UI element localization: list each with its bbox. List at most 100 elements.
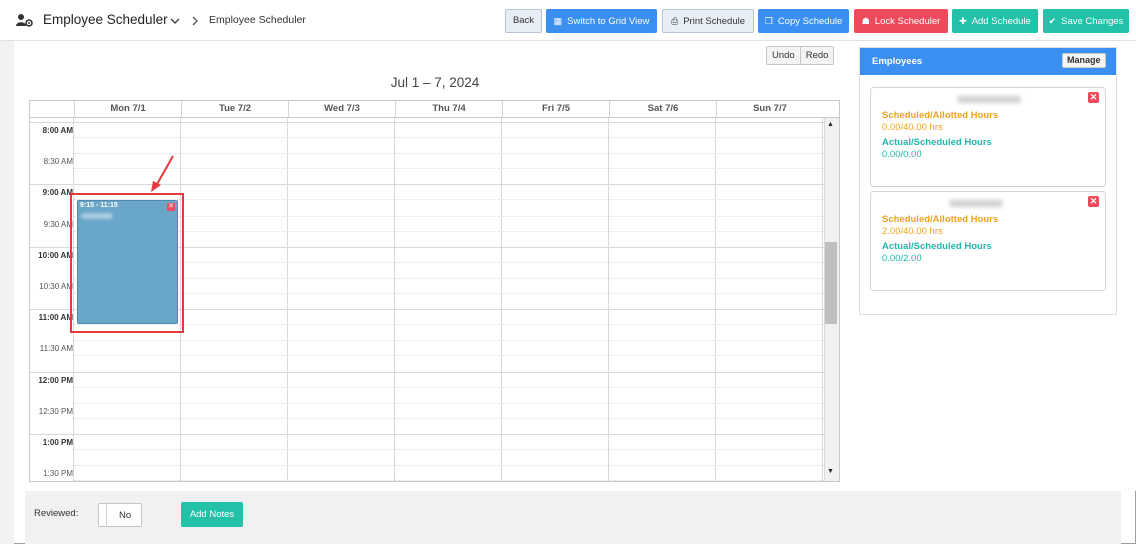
chevron-right-icon — [192, 16, 198, 26]
annotation-highlight-box — [70, 193, 184, 333]
time-slot-line — [30, 122, 824, 123]
add-schedule-label: Add Schedule — [971, 16, 1031, 27]
time-slot-line — [74, 230, 824, 232]
add-schedule-button[interactable]: ✚ Add Schedule — [952, 9, 1038, 33]
grid-icon: ▦ — [553, 16, 563, 26]
actual-scheduled-label: Actual/Scheduled Hours — [882, 137, 992, 148]
day-column-divider — [608, 118, 609, 481]
time-label: 11:30 AM — [39, 344, 73, 354]
time-label: 10:00 AM — [38, 250, 73, 260]
employees-title: Employees — [872, 56, 923, 67]
manage-button[interactable]: Manage — [1062, 53, 1106, 68]
employee-card[interactable]: ✕ Scheduled/Allotted Hours 2.00/40.00 hr… — [870, 191, 1106, 291]
time-label: 12:30 PM — [38, 406, 73, 416]
time-label: 1:30 PM — [43, 469, 73, 479]
time-slot-line — [74, 324, 824, 326]
day-column-divider — [394, 118, 395, 481]
employees-panel-header: Employees Manage — [860, 48, 1116, 75]
remove-employee-icon[interactable]: ✕ — [1088, 196, 1099, 207]
day-header: Mon 7/1 — [74, 101, 181, 118]
scroll-down-icon[interactable]: ▼ — [827, 468, 834, 475]
time-slot-line — [74, 293, 824, 294]
time-slot-line — [74, 278, 824, 279]
scheduled-allotted-label: Scheduled/Allotted Hours — [882, 214, 999, 225]
reviewed-value: No — [119, 510, 132, 521]
day-column-divider — [822, 118, 823, 481]
day-column-divider — [501, 118, 502, 481]
time-slot-line — [74, 417, 824, 419]
time-label: 8:30 AM — [43, 157, 73, 167]
time-label: 1:00 PM — [42, 438, 73, 447]
scheduled-allotted-value: 0.00/40.00 hrs — [882, 122, 943, 133]
time-slot-line — [74, 215, 824, 217]
day-header: Tue 7/2 — [181, 101, 288, 118]
time-label: 9:30 AM — [43, 219, 73, 229]
back-button[interactable]: Back — [505, 9, 542, 33]
actual-scheduled-value: 0.00/0.00 — [882, 149, 922, 160]
copy-schedule-button[interactable]: ❐ Copy Schedule — [758, 9, 849, 33]
save-changes-label: Save Changes — [1061, 16, 1124, 27]
time-slot-line — [74, 386, 824, 388]
time-slot-line — [74, 137, 824, 138]
breadcrumb[interactable]: Employee Scheduler — [209, 14, 306, 26]
time-slot-line — [74, 355, 824, 357]
annotation-arrow-icon — [151, 155, 174, 192]
remove-employee-icon[interactable]: ✕ — [1088, 92, 1099, 103]
printer-icon: ⎙ — [671, 16, 679, 26]
employees-panel: Employees Manage ✕ Scheduled/Allotted Ho… — [859, 47, 1117, 315]
lock-scheduler-button[interactable]: ☗ Lock Scheduler — [854, 9, 948, 33]
check-icon: ✔ — [1048, 16, 1057, 26]
day-header: Wed 7/3 — [288, 101, 395, 118]
scheduled-allotted-value: 2.00/40.00 hrs — [882, 226, 943, 237]
time-slot-line — [74, 449, 824, 450]
copy-icon: ❐ — [764, 16, 773, 26]
copy-schedule-label: Copy Schedule — [777, 16, 843, 27]
reviewed-toggle[interactable]: No — [98, 503, 142, 527]
left-gutter — [0, 41, 14, 544]
actual-scheduled-label: Actual/Scheduled Hours — [882, 241, 992, 252]
time-slot-line — [30, 371, 824, 373]
switch-grid-view-button[interactable]: ▦ Switch to Grid View — [546, 9, 657, 33]
time-label: 12:00 PM — [38, 375, 73, 385]
print-schedule-label: Print Schedule — [683, 16, 745, 27]
chevron-down-icon[interactable] — [170, 16, 180, 26]
scheduled-allotted-label: Scheduled/Allotted Hours — [882, 110, 999, 121]
time-slot-line — [74, 402, 824, 404]
undo-button[interactable]: Undo — [767, 47, 800, 64]
day-header: Sun 7/7 — [716, 101, 823, 118]
add-notes-button[interactable]: Add Notes — [181, 502, 243, 527]
lock-scheduler-label: Lock Scheduler — [874, 16, 941, 27]
employee-name-redacted — [957, 96, 1021, 103]
calendar-header: Mon 7/1 Tue 7/2 Wed 7/3 Thu 7/4 Fri 7/5 Sat 7… — [30, 101, 839, 118]
save-changes-button[interactable]: ✔ Save Changes — [1043, 9, 1129, 33]
plus-icon: ✚ — [959, 16, 967, 26]
time-label: 8:00 AM — [42, 126, 73, 135]
employee-name-redacted — [949, 200, 1003, 207]
time-slot-line — [74, 340, 824, 342]
switch-grid-view-label: Switch to Grid View — [567, 16, 650, 27]
employee-card[interactable]: ✕ Scheduled/Allotted Hours 0.00/40.00 hr… — [870, 87, 1106, 187]
actual-scheduled-value: 0.00/2.00 — [882, 253, 922, 264]
toggle-knob — [99, 504, 107, 526]
app-title: Employee Scheduler — [43, 12, 168, 27]
undo-redo-group: Undo Redo — [766, 46, 835, 65]
print-schedule-button[interactable]: ⎙ Print Schedule — [662, 9, 754, 33]
time-label: 9:00 AM — [42, 188, 73, 198]
week-title: Jul 1 – 7, 2024 — [390, 75, 480, 90]
day-header: Sat 7/6 — [609, 101, 716, 118]
time-slot-line — [30, 434, 824, 435]
redo-button[interactable]: Redo — [799, 47, 834, 64]
scroll-up-icon[interactable]: ▲ — [827, 121, 834, 128]
time-slot-line — [74, 261, 824, 263]
reviewed-label: Reviewed: — [34, 508, 79, 519]
calendar-scroll-thumb[interactable] — [825, 242, 837, 324]
day-header: Fri 7/5 — [502, 101, 609, 118]
day-header: Thu 7/4 — [395, 101, 502, 118]
time-label: 10:30 AM — [39, 282, 73, 291]
time-slot-line — [74, 480, 824, 481]
lock-icon: ☗ — [861, 16, 870, 26]
day-column-divider — [287, 118, 288, 481]
top-bar: Employee Scheduler Employee Scheduler Ba… — [0, 0, 1136, 41]
time-slot-line — [74, 465, 824, 467]
user-settings-icon — [16, 14, 33, 27]
